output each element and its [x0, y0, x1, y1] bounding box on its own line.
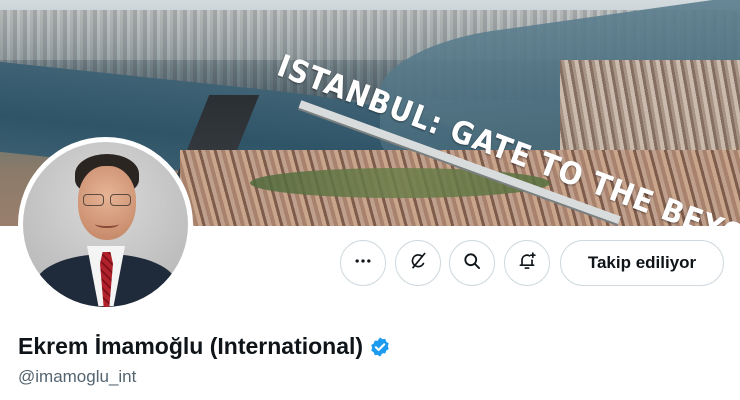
search-button[interactable] — [449, 240, 495, 286]
avatar-photo — [23, 142, 188, 307]
display-name: Ekrem İmamoğlu (International) — [18, 333, 364, 359]
profile-name-row: Ekrem İmamoğlu (International) — [18, 333, 391, 360]
grok-button[interactable] — [395, 240, 441, 286]
more-horizontal-icon — [353, 251, 373, 276]
grok-icon — [408, 251, 428, 276]
profile-handle: @imamoglu_int — [18, 367, 137, 386]
more-button[interactable] — [340, 240, 386, 286]
profile-avatar[interactable] — [18, 137, 193, 312]
bell-plus-icon — [517, 251, 537, 276]
following-button[interactable]: Takip ediliyor — [560, 240, 724, 286]
verified-check-icon[interactable] — [369, 336, 391, 358]
notifications-button[interactable] — [504, 240, 550, 286]
search-icon — [462, 251, 482, 276]
